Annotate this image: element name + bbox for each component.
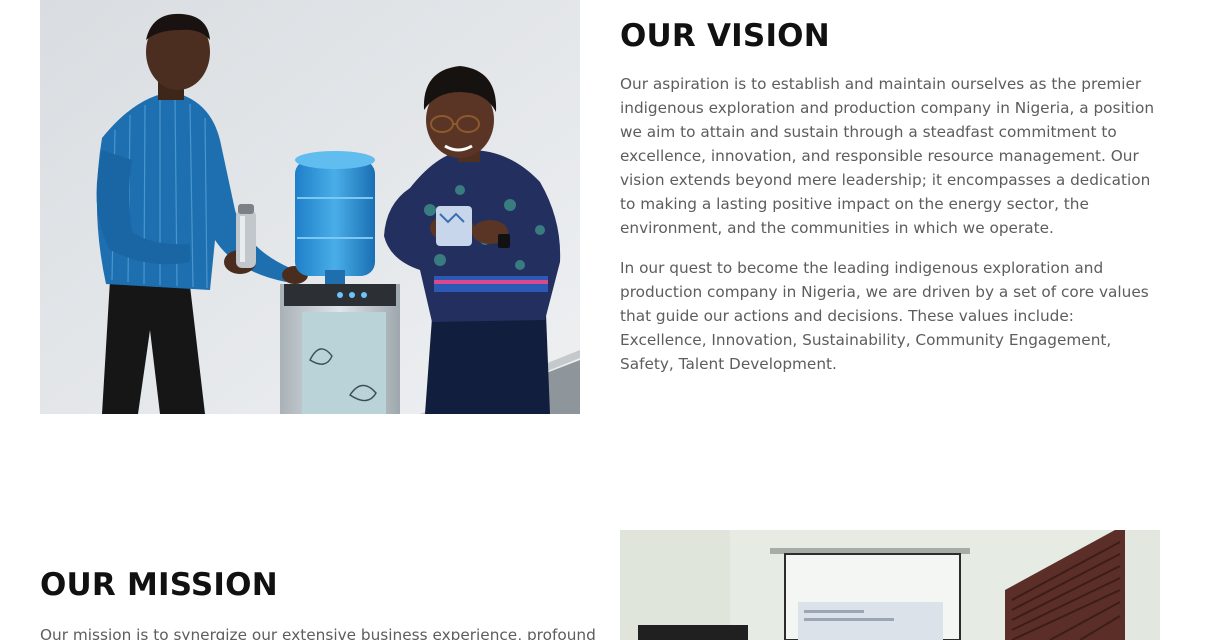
water-dispenser: [280, 284, 400, 414]
mission-section: OUR MISSION Our mission is to synergize …: [40, 563, 600, 640]
vision-paragraph: In our quest to become the leading indig…: [620, 259, 1149, 373]
mission-paragraph: Our mission is to synergize our extensiv…: [40, 626, 596, 640]
vision-title: OUR VISION: [620, 18, 830, 54]
vision-paragraph: Our aspiration is to establish and maint…: [620, 75, 1155, 237]
mission-photo: [620, 530, 1160, 640]
steel-bottle: [236, 204, 256, 268]
vision-photo: [40, 0, 580, 414]
blue-water-bottle: [295, 151, 375, 284]
vision-section: OUR VISION Our aspiration is to establis…: [620, 14, 1165, 376]
mission-title: OUR MISSION: [40, 567, 278, 603]
page: OUR VISION Our aspiration is to establis…: [0, 0, 1220, 640]
